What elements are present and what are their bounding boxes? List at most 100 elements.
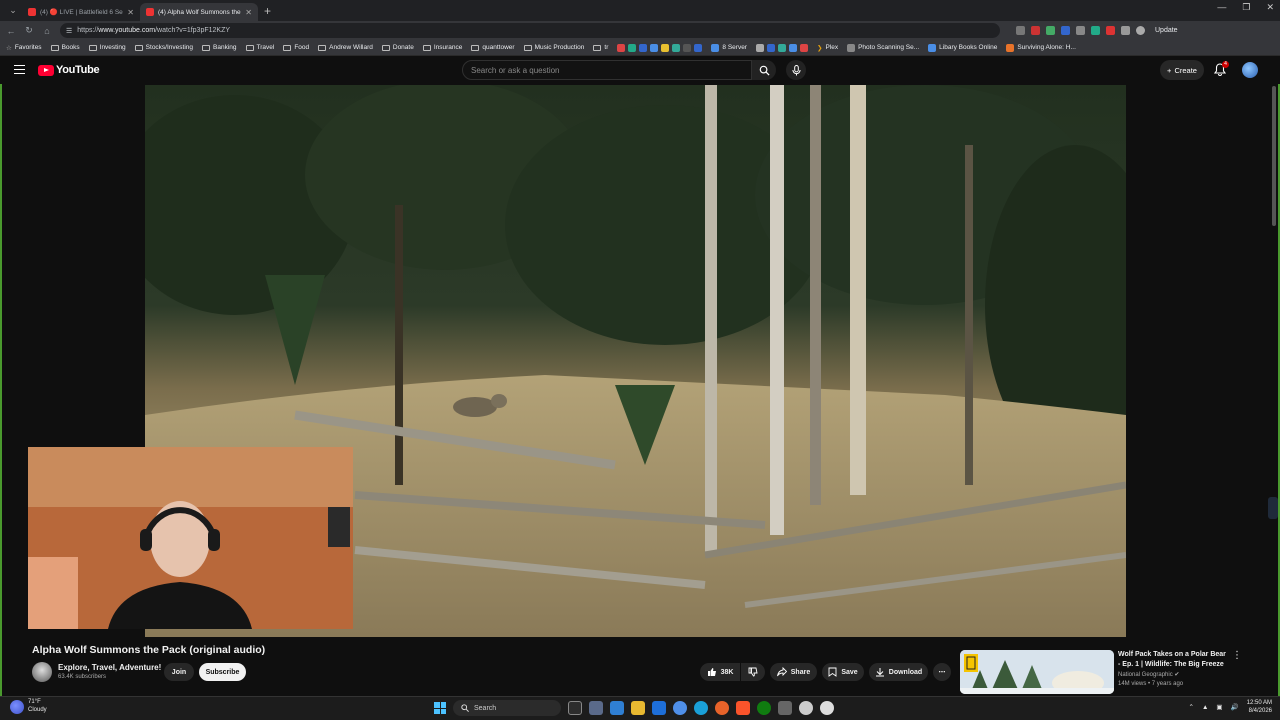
taskbar-search[interactable]: Search [453, 700, 561, 716]
bookmark-icons-group[interactable] [617, 43, 703, 52]
bookmark-icon [766, 43, 775, 52]
app-icon[interactable] [799, 701, 813, 715]
channel-name[interactable]: Explore, Travel, Adventure! [58, 663, 161, 672]
voice-search-button[interactable] [786, 60, 806, 80]
join-button[interactable]: Join [164, 663, 194, 681]
bookmark-travel[interactable]: Travel [245, 44, 274, 51]
create-button[interactable]: + Create [1160, 60, 1204, 80]
weather-icon [10, 699, 24, 714]
extension-icon[interactable] [1016, 26, 1025, 35]
windows-start-icon[interactable] [434, 702, 446, 714]
thumbs-up-icon [707, 668, 716, 676]
extension-icon[interactable] [1046, 26, 1055, 35]
display-icon[interactable]: ▣ [1216, 703, 1222, 711]
weather-widget[interactable]: 71°F Cloudy [10, 699, 47, 714]
extension-icon[interactable] [1106, 26, 1115, 35]
recommended-channel: National Geographic ✔ [1118, 672, 1180, 678]
folder-icon [134, 44, 143, 51]
app-icon[interactable] [820, 701, 834, 715]
notification-count-badge: 4 [1222, 61, 1229, 68]
bookmark-surviving-alone[interactable]: Surviving Alone: H... [1006, 43, 1076, 52]
bookmark-photo-scanning[interactable]: Photo Scanning Se... [847, 43, 919, 52]
more-options-icon[interactable]: ⋮ [1232, 650, 1242, 661]
bookmark-food[interactable]: Food [283, 44, 309, 51]
share-button[interactable]: Share [770, 663, 817, 681]
extension-icon[interactable] [1091, 26, 1100, 35]
bookmark-favorites[interactable]: ☆ Favorites [6, 44, 42, 52]
home-icon[interactable]: ⌂ [42, 26, 52, 36]
menu-icon[interactable] [14, 65, 25, 74]
like-count: 38K [720, 668, 734, 676]
polar-bear-thumbnail-image [960, 650, 1114, 694]
dislike-button[interactable] [741, 663, 765, 681]
minimize-icon[interactable]: — [1217, 2, 1226, 13]
recommended-video-title[interactable]: Wolf Pack Takes on a Polar Bear - Ep. 1 … [1118, 650, 1228, 669]
bookmark-music-production[interactable]: Music Production [523, 44, 584, 51]
bookmark-plex[interactable]: ❯ Plex [817, 44, 838, 52]
file-explorer-icon[interactable] [631, 701, 645, 715]
chrome-icon[interactable] [673, 701, 687, 715]
subscribe-button[interactable]: Subscribe [199, 663, 246, 681]
side-panel-widget[interactable] [1268, 497, 1278, 519]
bookmark-books[interactable]: Books [50, 44, 80, 51]
new-tab-icon[interactable]: + [264, 4, 271, 18]
folder-icon [50, 44, 59, 51]
extension-icon[interactable] [1061, 26, 1070, 35]
maximize-icon[interactable]: ❐ [1242, 2, 1250, 13]
address-bar[interactable]: ☰ https://www.youtube.com/watch?v=1fp3pF… [60, 23, 1000, 38]
extension-icon[interactable] [1121, 26, 1130, 35]
recommended-video-thumbnail[interactable] [960, 650, 1114, 694]
clock[interactable]: 12:50 AM 8/4/2026 [1247, 699, 1272, 715]
site-info-icon[interactable]: ☰ [66, 27, 72, 35]
search-button[interactable] [752, 60, 776, 80]
scrollbar[interactable] [1272, 86, 1276, 226]
bookmark-library-books[interactable]: Libary Books Online [928, 43, 997, 52]
bookmark-8-server[interactable]: 8 Server [711, 43, 747, 52]
chevron-up-icon[interactable]: ⌃ [1189, 703, 1194, 711]
bookmark-investing[interactable]: Investing [88, 44, 126, 51]
app-icon[interactable] [652, 701, 666, 715]
taskbar-apps: Search [434, 700, 834, 716]
bookmark-stocks[interactable]: Stocks/Investing [134, 44, 193, 51]
youtube-logo[interactable]: YouTube [38, 64, 100, 76]
close-window-icon[interactable]: ✕ [1266, 2, 1274, 13]
bookmark-tr[interactable]: tr [593, 44, 608, 51]
like-button[interactable]: 38K [700, 663, 740, 681]
extension-icon[interactable] [1076, 26, 1085, 35]
speaker-icon[interactable]: 🔊 [1231, 703, 1239, 711]
bookmark-quanttower[interactable]: quanttower [471, 44, 515, 51]
tab-strip: ⌄ (4) 🔴 LIVE | Battlefield 6 Season ... … [0, 0, 1280, 21]
reload-icon[interactable]: ↻ [24, 25, 34, 36]
task-view-icon[interactable] [568, 701, 582, 715]
bookmark-icons-group-2[interactable] [755, 43, 808, 52]
settings-icon[interactable] [589, 701, 603, 715]
close-tab-icon[interactable]: ✕ [127, 8, 134, 17]
bookmark-icon [788, 43, 797, 52]
edge-icon[interactable] [694, 701, 708, 715]
download-button[interactable]: Download [869, 663, 928, 681]
bookmark-banking[interactable]: Banking [202, 44, 237, 51]
close-tab-icon[interactable]: ✕ [245, 8, 252, 17]
update-button[interactable]: Update [1155, 27, 1178, 34]
account-avatar[interactable] [1242, 62, 1258, 78]
channel-avatar[interactable] [32, 662, 52, 682]
tab-search-icon[interactable]: ⌄ [4, 2, 22, 20]
back-icon[interactable]: ← [6, 26, 16, 36]
network-icon[interactable]: ▲ [1202, 704, 1208, 711]
tab-battlefield[interactable]: (4) 🔴 LIVE | Battlefield 6 Season ... ✕ [22, 3, 140, 21]
profile-icon[interactable] [1136, 26, 1145, 35]
bookmark-donate[interactable]: Donate [381, 44, 414, 51]
save-button[interactable]: Save [822, 663, 864, 681]
bookmark-andrew-willard[interactable]: Andrew Willard [318, 44, 373, 51]
tab-alpha-wolf[interactable]: (4) Alpha Wolf Summons the ... ✕ [140, 3, 258, 21]
xbox-icon[interactable] [757, 701, 771, 715]
firefox-icon[interactable] [715, 701, 729, 715]
more-actions-button[interactable]: ⋯ [933, 663, 951, 681]
app-icon[interactable] [610, 701, 624, 715]
extension-icon[interactable] [1031, 26, 1040, 35]
search-input[interactable]: Search or ask a question [462, 60, 752, 80]
youtube-header: YouTube Search or ask a question + Create… [0, 56, 1280, 84]
app-icon[interactable] [778, 701, 792, 715]
bookmark-insurance[interactable]: Insurance [422, 44, 462, 51]
brave-icon[interactable] [736, 701, 750, 715]
